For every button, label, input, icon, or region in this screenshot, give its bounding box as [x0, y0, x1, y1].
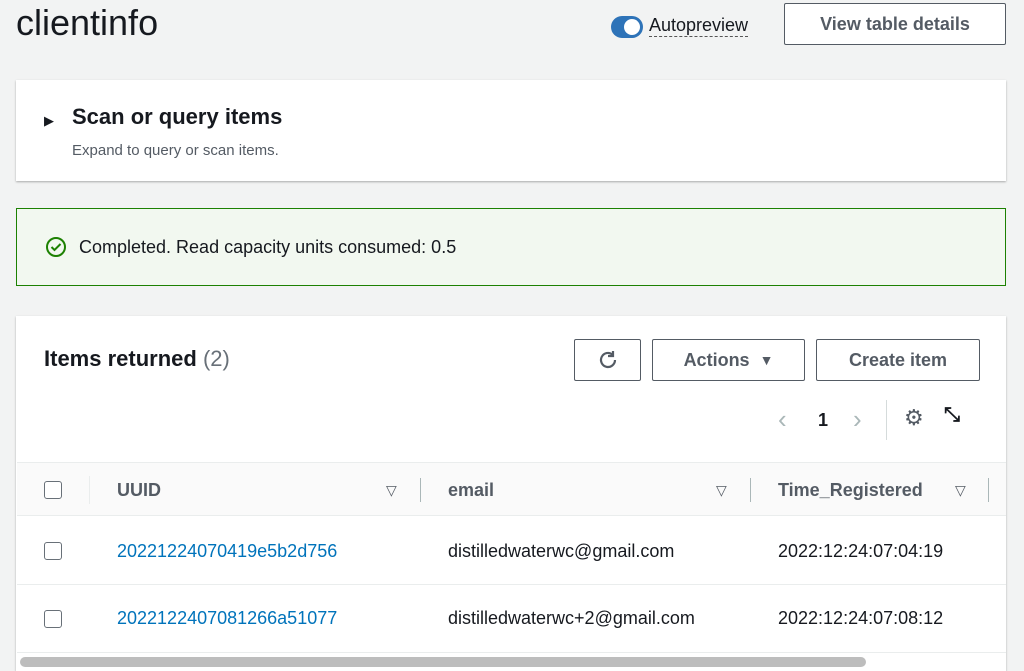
sort-icon[interactable]: ▽ [386, 482, 397, 499]
column-header-time-registered[interactable]: Time_Registered [778, 480, 923, 501]
sort-icon[interactable]: ▽ [716, 482, 727, 499]
scan-query-panel[interactable]: ▶ Scan or query items Expand to query or… [16, 80, 1006, 181]
email-cell: distilledwaterwc@gmail.com [448, 541, 675, 561]
page-number[interactable]: 1 [818, 410, 828, 431]
select-all-checkbox[interactable] [44, 481, 62, 499]
next-page-icon[interactable]: › [853, 404, 862, 435]
refresh-button[interactable] [574, 339, 641, 381]
uuid-link[interactable]: 2022122407081266a51077 [117, 608, 337, 629]
scan-subtitle: Expand to query or scan items. [72, 142, 279, 159]
column-resizer[interactable] [750, 478, 751, 502]
caret-down-icon: ▼ [759, 352, 774, 368]
actions-button[interactable]: Actions ▼ [652, 339, 805, 381]
create-item-button[interactable]: Create item [816, 339, 980, 381]
scan-title[interactable]: Scan or query items [72, 104, 282, 130]
items-title: Items returned (2) [44, 346, 230, 371]
column-resizer[interactable] [420, 478, 421, 502]
sort-icon[interactable]: ▽ [955, 482, 966, 499]
row-checkbox[interactable] [44, 542, 62, 560]
autopreview-label[interactable]: Autopreview [649, 14, 749, 37]
caret-right-icon[interactable]: ▶ [44, 113, 54, 129]
divider [89, 476, 90, 504]
page-title: clientinfo [16, 2, 159, 43]
row-divider [17, 584, 1006, 585]
collapse-icon[interactable]: ⤡ [944, 404, 960, 427]
check-circle-icon [46, 237, 66, 257]
column-header-email[interactable]: email [448, 480, 494, 501]
alert-text: Completed. Read capacity units consumed:… [79, 236, 457, 257]
autopreview-toggle[interactable] [611, 16, 643, 38]
column-header-uuid[interactable]: UUID [117, 480, 161, 501]
email-cell: distilledwaterwc+2@gmail.com [448, 608, 695, 628]
view-table-details-button[interactable]: View table details [784, 3, 1006, 45]
time-cell: 2022:12:24:07:08:12 [778, 608, 944, 628]
horizontal-scrollbar[interactable] [20, 657, 866, 667]
time-cell: 2022:12:24:07:04:19 [778, 541, 944, 561]
divider [886, 400, 887, 440]
items-count: (2) [202, 346, 230, 371]
column-resizer[interactable] [988, 478, 989, 502]
success-alert: Completed. Read capacity units consumed:… [16, 208, 1006, 286]
gear-icon[interactable]: ⚙ [904, 405, 924, 431]
uuid-link[interactable]: 20221224070419e5b2d756 [117, 541, 337, 562]
row-divider [17, 652, 1006, 653]
prev-page-icon[interactable]: ‹ [778, 404, 787, 435]
refresh-icon [599, 351, 616, 369]
row-checkbox[interactable] [44, 610, 62, 628]
